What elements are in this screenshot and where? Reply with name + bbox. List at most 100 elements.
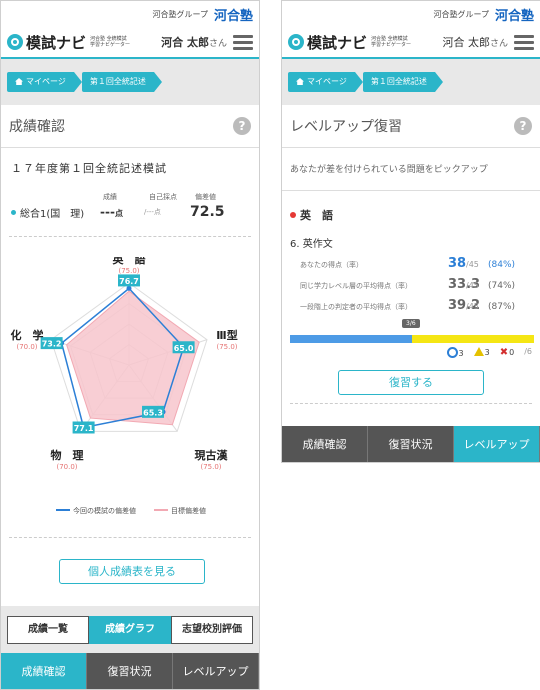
score-header: 成績 自己採点 偏差値 [1,192,259,202]
current-series-point [126,285,132,291]
tab-score-list[interactable]: 成績一覧 [7,615,89,644]
app-header: 模試ナビ 河合塾 全統模試 学習ナビゲーター 河合 太郎さん [282,27,540,59]
subject-heading: 英 語 [282,191,540,223]
score-row: 総合1(国 理) ---点 /---点 72.5 [1,202,259,220]
group-label: 河合塾グループ [152,9,208,19]
target-series-area [66,290,200,426]
row-score: 38 [448,256,467,271]
divider [290,403,532,412]
help-icon[interactable]: ? [514,117,532,135]
correct-count: 3 [446,347,464,358]
header-score: 成績 [103,193,117,201]
data-label: 65.0 [174,344,194,353]
chart-subtabs: 成績一覧 成績グラフ 志望校別評価 [1,606,259,653]
legend-current: 今回の模試の偏差値 [56,506,136,516]
data-label: 73.2 [42,340,62,349]
nav-review-status[interactable]: 復習状況 [368,426,454,462]
divider [9,537,251,538]
row-score: 39.2 [448,298,481,313]
exam-title: １７年度第１回全統記述模試 [11,162,167,175]
score-row: 同じ学力レベル層の平均得点（率） 33.3/45 (74%) [282,271,540,292]
triangle-icon [473,347,484,356]
hamburger-menu-icon[interactable] [233,34,253,50]
group-bar: 河合塾グループ 河合塾 [1,1,259,27]
progress-fill [290,335,412,343]
axis-label: 英 語 [112,257,146,266]
row-label: 同じ学力レベル層の平均得点（率） [300,282,412,290]
progress-bar [290,335,534,343]
axis-label: 現古漢 [195,448,229,462]
row-max: /45 [466,302,479,311]
app-subtitle: 河合塾 全統模試 学習ナビゲーター [90,36,131,48]
row-max: /45 [466,260,479,269]
level-up-description: あなたが差を付けられている問題をピックアップ [282,148,540,191]
breadcrumb-exam[interactable]: 第１回全統記述 [81,72,162,92]
app-name[interactable]: 模試ナビ [26,32,86,53]
question-title: 6. 英作文 [290,239,333,250]
total-count: /6 [524,347,532,356]
nav-review-status[interactable]: 復習状況 [87,653,173,689]
breadcrumb-mypage[interactable]: マイページ [288,72,363,92]
axis-label: 物 理 [51,448,84,462]
row-label: あなたの得点（率） [300,261,363,269]
circle-icon [446,347,458,358]
axis-target-label: (75.0) [216,343,237,351]
axis-target-label: (75.0) [200,463,221,471]
data-label: 65.3 [143,408,163,417]
legend-target: 目標偏差値 [154,506,206,516]
breadcrumb-mypage[interactable]: マイページ [7,72,82,92]
group-label: 河合塾グループ [433,9,489,19]
page-title: レベルアップ復習 ? [282,105,540,148]
row-label: 一段階上の判定者の平均得点（率） [300,303,412,311]
app-header: 模試ナビ 河合塾 全統模試 学習ナビゲーター 河合 太郎さん [1,27,259,59]
breadcrumb-exam[interactable]: 第１回全統記述 [362,72,443,92]
score-row: あなたの得点（率） 38/45 (84%) [282,250,540,271]
progress-label: 3/6 [402,319,420,328]
nav-level-up[interactable]: レベルアップ [454,426,540,462]
score-check-screen: 河合塾グループ 河合塾 模試ナビ 河合塾 全統模試 学習ナビゲーター 河合 太郎… [0,0,260,690]
bottom-nav: 成績確認 復習状況 レベルアップ [1,653,259,689]
level-up-screen: 河合塾グループ 河合塾 模試ナビ 河合塾 全統模試 学習ナビゲーター 河合 太郎… [281,0,540,463]
home-icon [15,78,23,85]
nav-score-check[interactable]: 成績確認 [1,653,87,689]
row-max: /45 [466,281,479,290]
help-icon[interactable]: ? [233,117,251,135]
bottom-nav: 成績確認 復習状況 レベルアップ [282,426,540,462]
tab-score-graph[interactable]: 成績グラフ [89,615,171,644]
nav-level-up[interactable]: レベルアップ [173,653,259,689]
bullet-icon [290,212,296,218]
row-score: 33.3 [448,277,481,292]
app-name[interactable]: 模試ナビ [307,32,367,53]
personal-report-button[interactable]: 個人成績表を見る [59,559,205,584]
row-percent: (74%) [488,281,516,291]
axis-label: 化 学 [11,328,44,342]
header-deviation: 偏差値 [195,193,216,201]
subject-name: 総合1(国 理) [20,208,85,220]
hamburger-menu-icon[interactable] [514,34,534,50]
cross-icon: ✖ [499,347,509,358]
app-subtitle: 河合塾 全統模試 学習ナビゲーター [371,36,412,48]
radar-chart: 76.765.065.377.173.2英 語(75.0)Ⅲ型(75.0)現古漢… [11,257,238,471]
header-self-score: 自己採点 [149,193,177,201]
breadcrumb: マイページ 第１回全統記述 [1,59,259,105]
partial-count: 3 [473,347,490,358]
axis-target-label: (75.0) [118,267,139,275]
review-button[interactable]: 復習する [338,370,484,395]
nav-score-check[interactable]: 成績確認 [282,426,368,462]
axis-target-label: (70.0) [16,343,37,351]
result-marks: 3 3 ✖0 /6 [446,347,532,358]
chart-legend: 今回の模試の偏差値 目標偏差値 [1,506,259,516]
home-icon [296,78,304,85]
self-score-value: /---点 [144,208,161,216]
moshinavi-logo-icon [288,34,304,50]
bullet-icon [11,209,16,215]
tab-school-evaluation[interactable]: 志望校別評価 [171,615,253,644]
user-name: 河合 太郎さん [161,36,227,49]
row-percent: (84%) [488,260,516,270]
data-label: 77.1 [74,424,94,433]
wrong-count: ✖0 [499,347,515,358]
kawai-logo[interactable]: 河合塾 [214,5,253,24]
score-row: 一段階上の判定者の平均得点（率） 39.2/45 (87%) [282,292,540,313]
score-comparison: あなたの得点（率） 38/45 (84%) 同じ学力レベル層の平均得点（率） 33.3/… [282,250,540,313]
kawai-logo[interactable]: 河合塾 [495,5,534,24]
